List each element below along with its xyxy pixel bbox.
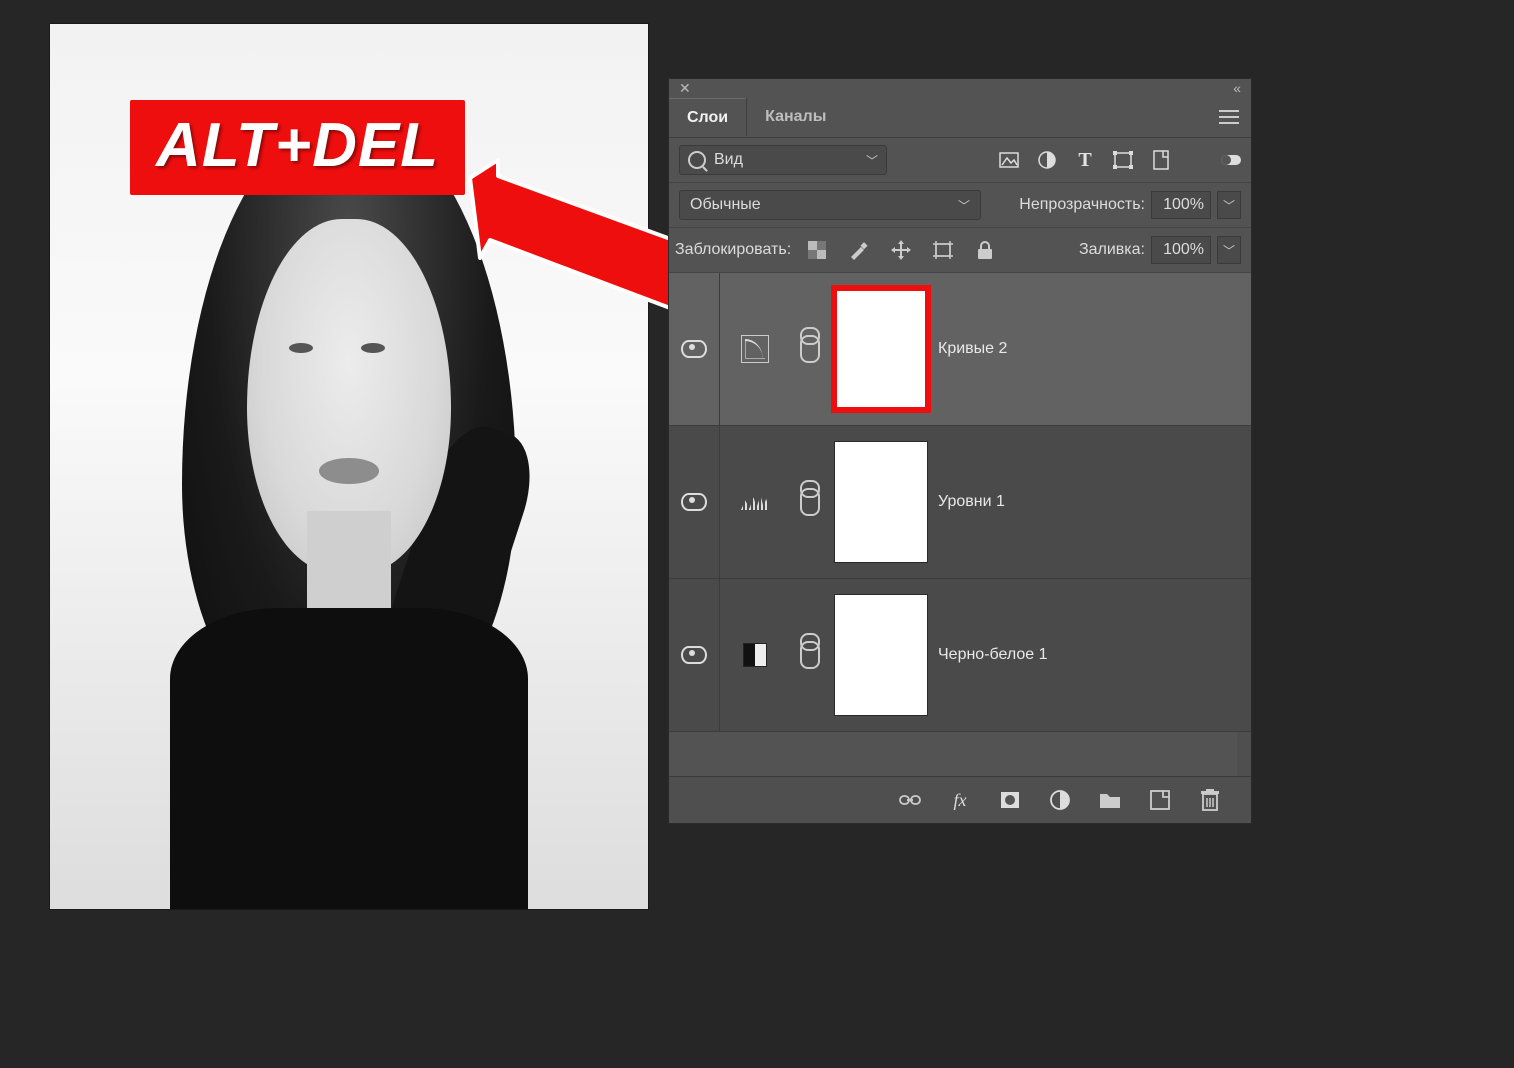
app-viewport: ALT+DEL ✕ « Слои Каналы xyxy=(0,0,1514,1068)
shape-filter-icon[interactable] xyxy=(1113,150,1133,170)
mask-link-icon xyxy=(800,641,820,669)
tab-layers[interactable]: Слои xyxy=(669,98,746,137)
adjustment-filter-icon[interactable] xyxy=(1037,150,1057,170)
link-layers-icon[interactable] xyxy=(899,789,921,811)
eye-icon xyxy=(681,646,707,664)
fill-slider-toggle[interactable]: ﹀ xyxy=(1217,236,1241,264)
curves-icon xyxy=(741,335,769,363)
adjustment-thumb[interactable] xyxy=(720,494,790,510)
portrait-top xyxy=(170,608,529,909)
layer-visibility-toggle[interactable] xyxy=(669,426,720,578)
layer-mask-thumb[interactable] xyxy=(834,441,928,563)
layer-filter-select[interactable]: Вид ﹀ xyxy=(679,145,887,175)
panel-titlebar: ✕ « xyxy=(669,79,1251,97)
lock-pixels-icon[interactable] xyxy=(807,240,827,260)
layers-panel-footer: fx xyxy=(669,776,1251,823)
annotation-badge: ALT+DEL xyxy=(130,100,465,195)
annotation-badge-text: ALT+DEL xyxy=(156,111,439,180)
smartobject-filter-icon[interactable] xyxy=(1151,150,1171,170)
layer-row[interactable]: Кривые 2 xyxy=(669,273,1251,426)
layer-row[interactable]: Уровни 1 xyxy=(669,426,1251,579)
adjustment-thumb[interactable] xyxy=(720,335,790,363)
chevron-down-icon: ﹀ xyxy=(1223,197,1235,214)
layer-name[interactable]: Уровни 1 xyxy=(938,493,1005,511)
layer-mask-thumb[interactable] xyxy=(834,288,928,410)
portrait-eye-left xyxy=(289,343,313,353)
layer-mask-thumb[interactable] xyxy=(834,594,928,716)
filter-icon-strip: T xyxy=(999,150,1171,170)
blend-mode-row: Обычные ﹀ Непрозрачность: 100% ﹀ xyxy=(669,183,1251,228)
opacity-field: Непрозрачность: 100% ﹀ xyxy=(1019,191,1241,219)
chevron-down-icon: ﹀ xyxy=(866,152,878,169)
portrait-lips xyxy=(319,458,379,485)
lock-brush-icon[interactable] xyxy=(849,240,869,260)
search-icon xyxy=(688,151,706,169)
tab-label: Каналы xyxy=(765,108,826,125)
fx-icon[interactable]: fx xyxy=(949,789,971,811)
chevron-down-icon: ﹀ xyxy=(958,197,970,214)
layers-panel: ✕ « Слои Каналы Вид ﹀ T xyxy=(668,78,1252,824)
tab-channels[interactable]: Каналы xyxy=(746,98,844,136)
layer-filter-row: Вид ﹀ T xyxy=(669,138,1251,183)
panel-collapse-icon[interactable]: « xyxy=(1233,80,1241,96)
lock-move-icon[interactable] xyxy=(891,240,911,260)
blend-mode-value: Обычные xyxy=(690,196,761,214)
lock-all-icon[interactable] xyxy=(975,240,995,260)
filter-toggle[interactable] xyxy=(1221,155,1241,165)
blend-mode-select[interactable]: Обычные ﹀ xyxy=(679,190,981,220)
lock-icon-strip xyxy=(807,240,995,260)
lock-fill-row: Заблокировать: Заливка: 100% ﹀ xyxy=(669,228,1251,273)
mask-link-toggle[interactable] xyxy=(790,488,830,516)
panel-tabs: Слои Каналы xyxy=(669,97,1251,138)
new-adjustment-icon[interactable] xyxy=(1049,789,1071,811)
fill-field: Заливка: 100% ﹀ xyxy=(1079,236,1241,264)
mask-link-toggle[interactable] xyxy=(790,335,830,363)
lock-artboard-icon[interactable] xyxy=(933,240,953,260)
new-group-icon[interactable] xyxy=(1099,789,1121,811)
levels-icon xyxy=(741,494,769,510)
mask-link-icon xyxy=(800,335,820,363)
opacity-input[interactable]: 100% xyxy=(1151,191,1211,219)
delete-layer-icon[interactable] xyxy=(1199,789,1221,811)
adjustment-thumb[interactable] xyxy=(720,643,790,667)
chevron-down-icon: ﹀ xyxy=(1223,242,1235,259)
add-mask-icon[interactable] xyxy=(999,789,1021,811)
opacity-label: Непрозрачность: xyxy=(1019,196,1145,214)
layer-visibility-toggle[interactable] xyxy=(669,273,720,425)
portrait-eye-right xyxy=(361,343,385,353)
eye-icon xyxy=(681,493,707,511)
lock-label: Заблокировать: xyxy=(675,241,791,259)
layers-list: Кривые 2 Уровни 1 Черно-белое 1 xyxy=(669,273,1251,776)
eye-icon xyxy=(681,340,707,358)
tab-label: Слои xyxy=(687,109,728,126)
layer-row[interactable]: Черно-белое 1 xyxy=(669,579,1251,732)
layer-visibility-toggle[interactable] xyxy=(669,579,720,731)
panel-menu-icon[interactable] xyxy=(1219,110,1239,124)
layer-name[interactable]: Черно-белое 1 xyxy=(938,646,1048,664)
mask-link-toggle[interactable] xyxy=(790,641,830,669)
black-white-icon xyxy=(743,643,767,667)
fill-input[interactable]: 100% xyxy=(1151,236,1211,264)
opacity-slider-toggle[interactable]: ﹀ xyxy=(1217,191,1241,219)
layer-filter-label: Вид xyxy=(714,151,743,169)
image-filter-icon[interactable] xyxy=(999,150,1019,170)
panel-close-icon[interactable]: ✕ xyxy=(679,80,691,97)
mask-link-icon xyxy=(800,488,820,516)
fill-label: Заливка: xyxy=(1079,241,1145,259)
layer-name[interactable]: Кривые 2 xyxy=(938,340,1007,358)
type-filter-icon[interactable]: T xyxy=(1075,150,1095,170)
new-layer-icon[interactable] xyxy=(1149,789,1171,811)
